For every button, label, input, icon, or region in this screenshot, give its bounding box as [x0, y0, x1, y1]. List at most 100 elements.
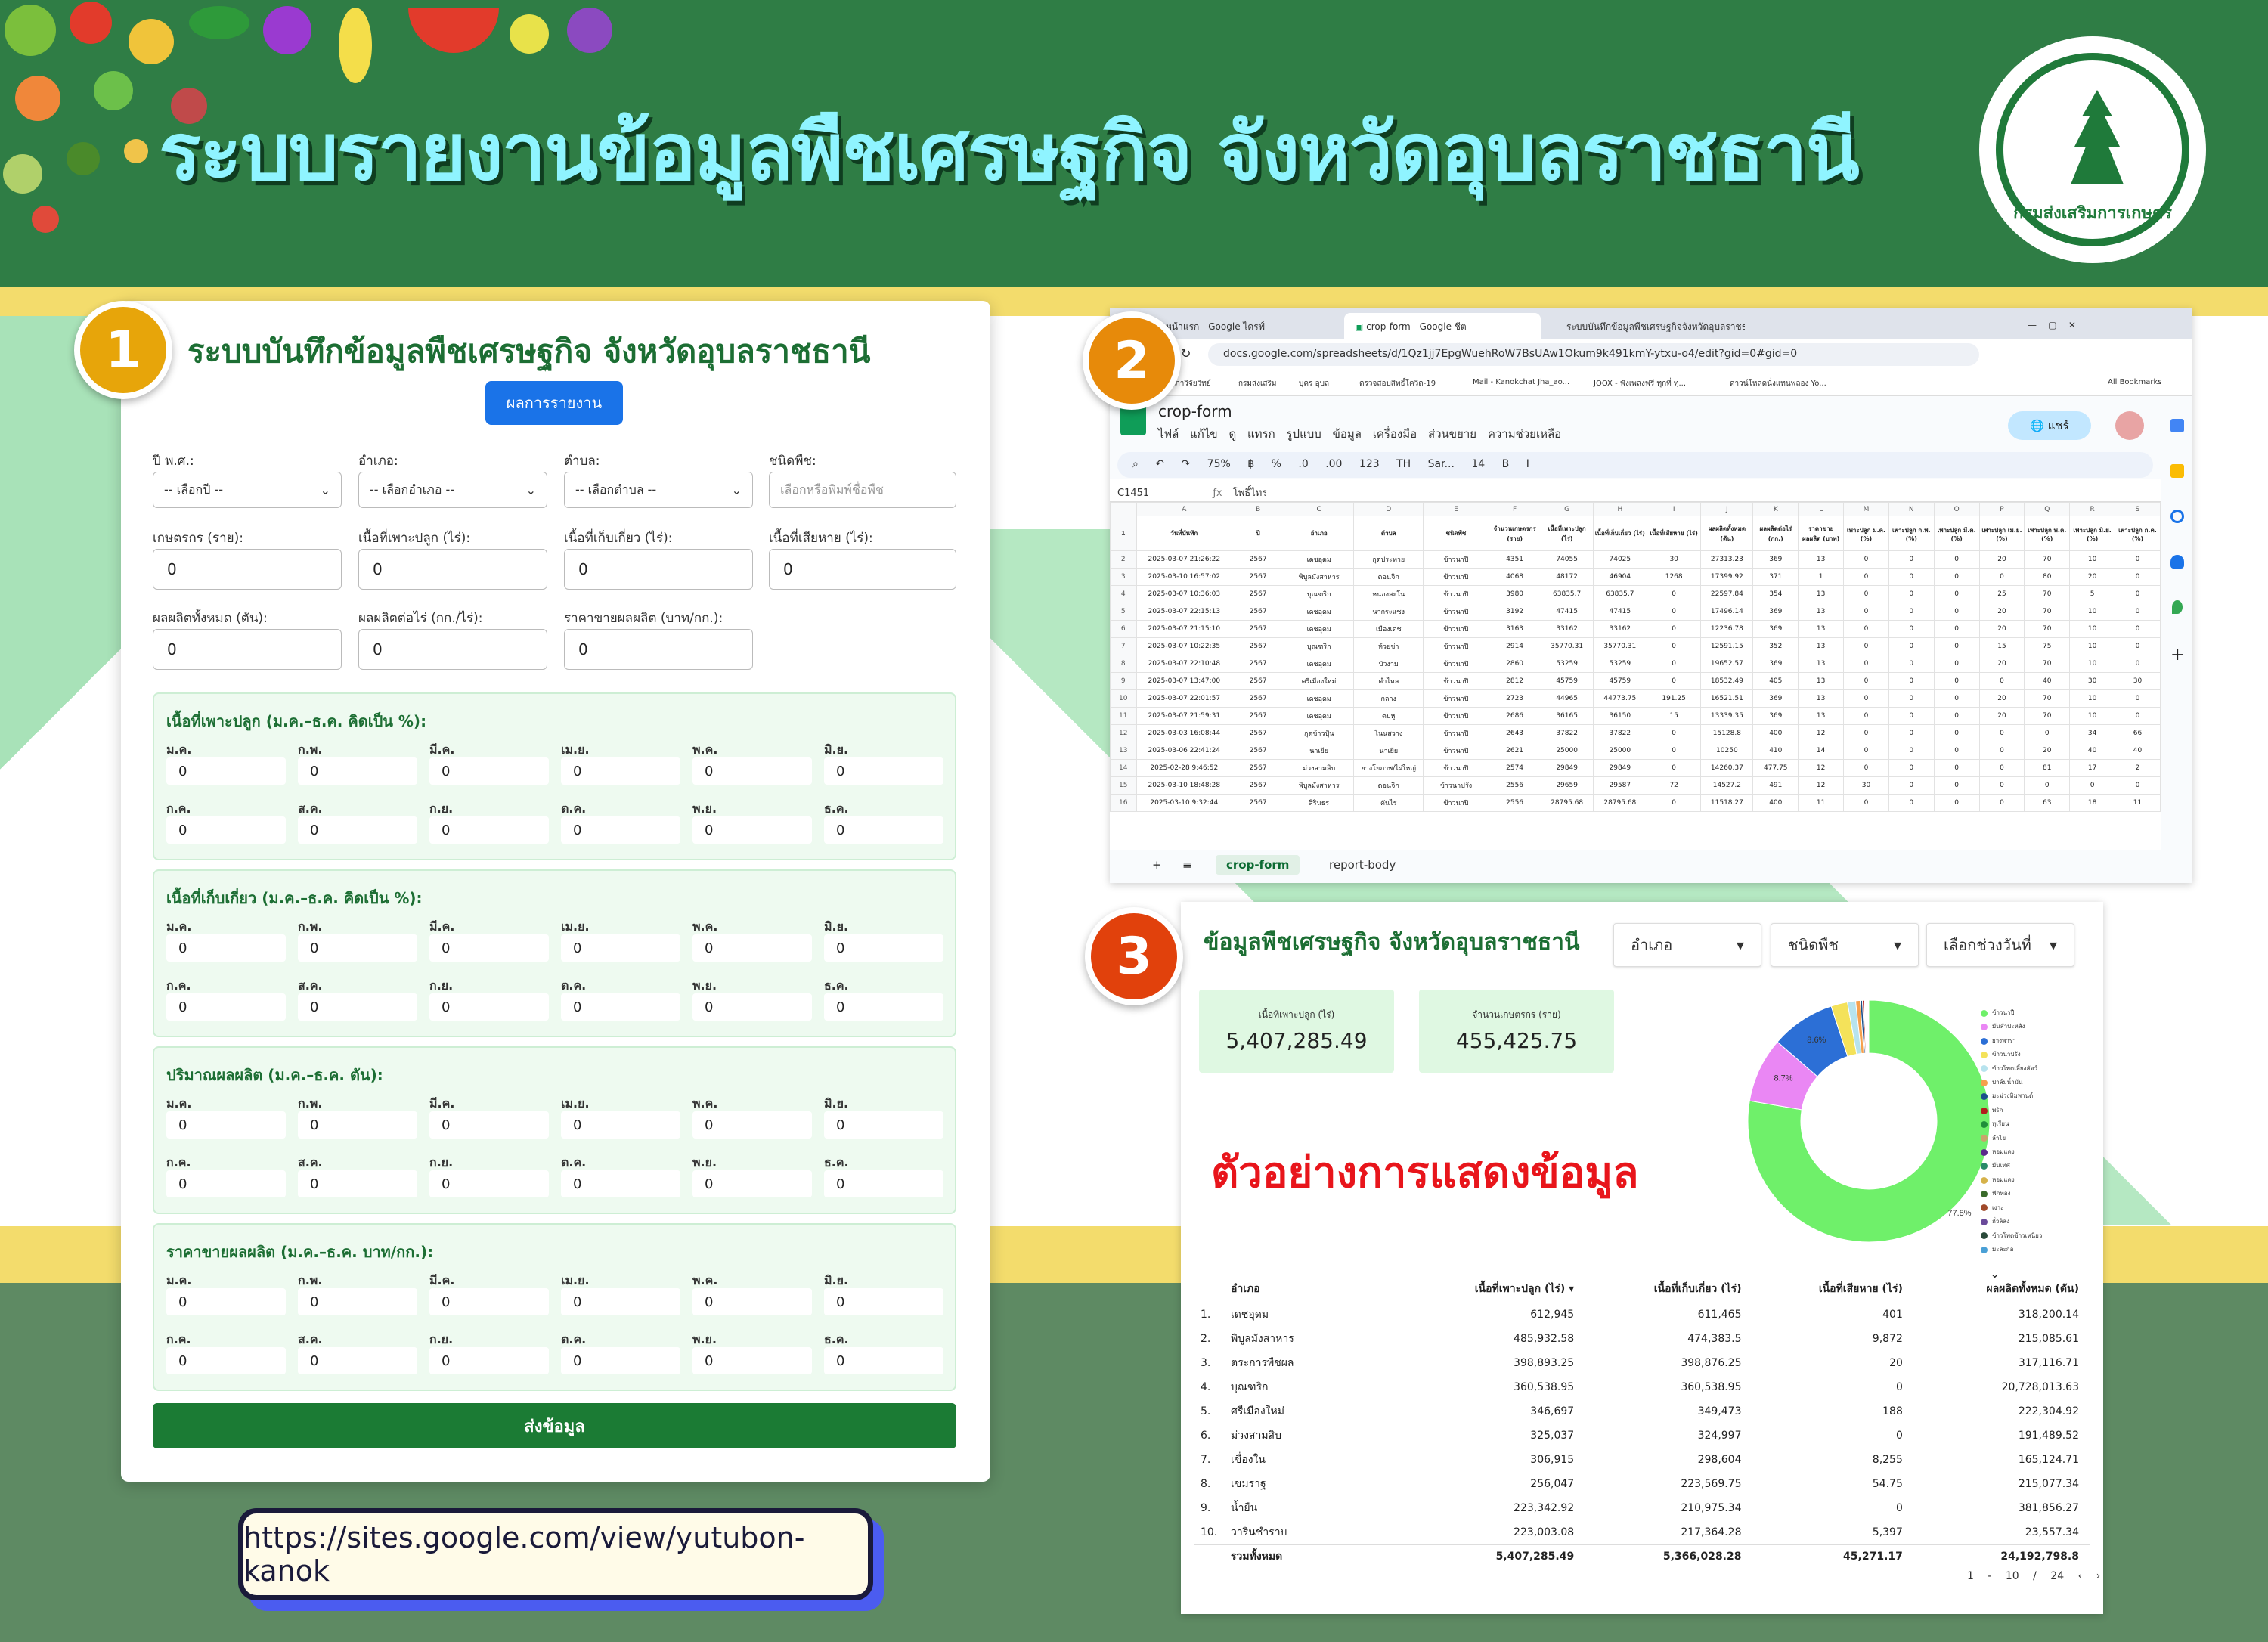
legend-item[interactable]: ข้าวโพดข้าวเหนียว: [1981, 1229, 2094, 1243]
table-row[interactable]: 5. ศรีเมืองใหม่ 346,697 349,473 188 222,304.9…: [1194, 1399, 2090, 1424]
bookmark-item[interactable]: JOOX - ฟังเพลงฟรี ทุกที่ ทุ...: [1594, 378, 1686, 389]
cell[interactable]: 354: [1752, 585, 1799, 603]
legend-item[interactable]: ถั่วลิสง: [1981, 1215, 2094, 1228]
cell[interactable]: 25000: [1540, 742, 1594, 760]
row-number[interactable]: 15: [1110, 776, 1137, 795]
cell[interactable]: 2025-03-03 16:08:44: [1136, 724, 1233, 742]
cell[interactable]: 2914: [1488, 637, 1541, 655]
cell[interactable]: 30: [1843, 776, 1889, 795]
cell[interactable]: บัวงาม: [1353, 655, 1424, 673]
month-input[interactable]: 0: [166, 934, 286, 962]
cell[interactable]: 0: [1978, 759, 2025, 777]
month-input[interactable]: 0: [298, 757, 417, 785]
cell[interactable]: 0: [2115, 707, 2161, 725]
cell[interactable]: 369: [1752, 689, 1799, 708]
cell[interactable]: 0: [1933, 637, 1980, 655]
cell[interactable]: 13: [1798, 655, 1845, 673]
cell[interactable]: 0: [1888, 724, 1935, 742]
cell[interactable]: 12: [1798, 776, 1845, 795]
bookmark-item[interactable]: กรมส่งเสริม: [1238, 378, 1277, 389]
cell[interactable]: 2025-02-28 9:46:52: [1136, 759, 1233, 777]
legend-item[interactable]: เงาะ: [1981, 1201, 2094, 1215]
cell[interactable]: 0: [1978, 776, 2025, 795]
column-header-cell[interactable]: อำเภอ: [1284, 516, 1355, 551]
cell[interactable]: 0: [1646, 794, 1702, 812]
month-input[interactable]: 0: [561, 1347, 680, 1374]
cell[interactable]: 2567: [1232, 689, 1285, 708]
cell[interactable]: 36150: [1592, 707, 1648, 725]
cell[interactable]: 13: [1798, 689, 1845, 708]
month-input[interactable]: 0: [166, 1288, 286, 1315]
cell[interactable]: 0: [1843, 707, 1889, 725]
cell[interactable]: 369: [1752, 620, 1799, 638]
cell[interactable]: 371: [1752, 568, 1799, 586]
month-input[interactable]: 0: [166, 1111, 286, 1139]
column-letter[interactable]: K: [1752, 502, 1799, 516]
column-header-cell[interactable]: ชนิดพืช: [1423, 516, 1489, 551]
menu-item[interactable]: ข้อมูล: [1333, 427, 1362, 441]
cell[interactable]: เดชอุดม: [1284, 620, 1355, 638]
cell[interactable]: 16521.51: [1700, 689, 1754, 708]
row-number[interactable]: 6: [1110, 620, 1137, 638]
row-number[interactable]: 9: [1110, 672, 1137, 690]
cell[interactable]: 1: [1798, 568, 1845, 586]
column-letter[interactable]: C: [1284, 502, 1355, 516]
sheet-tab-active[interactable]: crop-form: [1216, 855, 1300, 875]
cell[interactable]: 369: [1752, 655, 1799, 673]
row-number[interactable]: 7: [1110, 637, 1137, 655]
cell[interactable]: 0: [1843, 655, 1889, 673]
legend-item[interactable]: พริก: [1981, 1104, 2094, 1117]
cell[interactable]: 44773.75: [1592, 689, 1648, 708]
cell[interactable]: 20: [1978, 707, 2025, 725]
cell[interactable]: 13: [1798, 672, 1845, 690]
cell[interactable]: 45759: [1592, 672, 1648, 690]
legend-item[interactable]: ข้าวนาปี: [1981, 1006, 2094, 1020]
cell[interactable]: ข้าวนาปี: [1423, 794, 1489, 812]
undo-icon[interactable]: ↶: [1155, 458, 1164, 470]
cell[interactable]: เดชอุดม: [1284, 707, 1355, 725]
italic-button[interactable]: I: [1526, 458, 1529, 470]
cell[interactable]: ข้าวนาปี: [1423, 655, 1489, 673]
font-size-input[interactable]: 14: [1471, 458, 1485, 470]
cell[interactable]: ดอนจิก: [1353, 568, 1424, 586]
column-header-cell[interactable]: เนื้อที่เสียหาย (ไร่): [1646, 516, 1702, 551]
cell[interactable]: ข้าวนาปี: [1423, 759, 1489, 777]
table-row[interactable]: 1. เดชอุดม 612,945 611,465 401 318,200.14: [1194, 1303, 2090, 1327]
cell[interactable]: 15128.8: [1700, 724, 1754, 742]
cell[interactable]: 0: [1978, 742, 2025, 760]
column-header-cell[interactable]: เพาะปลูก มี.ค. (%): [1933, 516, 1980, 551]
cell[interactable]: 2567: [1232, 794, 1285, 812]
cell[interactable]: 0: [1888, 776, 1935, 795]
cell[interactable]: 0: [1888, 550, 1935, 569]
cell[interactable]: 0: [1888, 603, 1935, 621]
month-input[interactable]: 0: [298, 934, 417, 962]
cell[interactable]: 2567: [1232, 550, 1285, 569]
menu-item[interactable]: ไฟล์: [1158, 427, 1179, 441]
column-letter[interactable]: G: [1540, 502, 1594, 516]
row-number[interactable]: 1: [1110, 516, 1137, 551]
cell[interactable]: 17496.14: [1700, 603, 1754, 621]
row-number[interactable]: 8: [1110, 655, 1137, 673]
cell[interactable]: 13: [1798, 707, 1845, 725]
row-number[interactable]: 14: [1110, 759, 1137, 777]
cell[interactable]: 0: [1843, 550, 1889, 569]
cell[interactable]: ข้าวนาปี: [1423, 550, 1489, 569]
percent-button[interactable]: %: [1272, 458, 1281, 470]
row-number[interactable]: 13: [1110, 742, 1137, 760]
column-letter[interactable]: B: [1232, 502, 1285, 516]
planted-area-input[interactable]: 0: [358, 549, 547, 590]
cell[interactable]: 18532.49: [1700, 672, 1754, 690]
cell[interactable]: 2567: [1232, 776, 1285, 795]
cell[interactable]: 70: [2024, 603, 2071, 621]
cell[interactable]: 25000: [1592, 742, 1648, 760]
cell[interactable]: 0: [1843, 637, 1889, 655]
menu-item[interactable]: ดู: [1228, 427, 1236, 441]
column-letter[interactable]: E: [1423, 502, 1489, 516]
reload-icon[interactable]: ↻: [1181, 346, 1191, 361]
cell[interactable]: 20: [1978, 550, 2025, 569]
cell[interactable]: 2686: [1488, 707, 1541, 725]
cell[interactable]: เดชอุดม: [1284, 603, 1355, 621]
cell[interactable]: 11518.27: [1700, 794, 1754, 812]
cell[interactable]: 0: [1843, 603, 1889, 621]
subdistrict-select[interactable]: -- เลือกตำบล -- ⌄: [564, 472, 753, 508]
